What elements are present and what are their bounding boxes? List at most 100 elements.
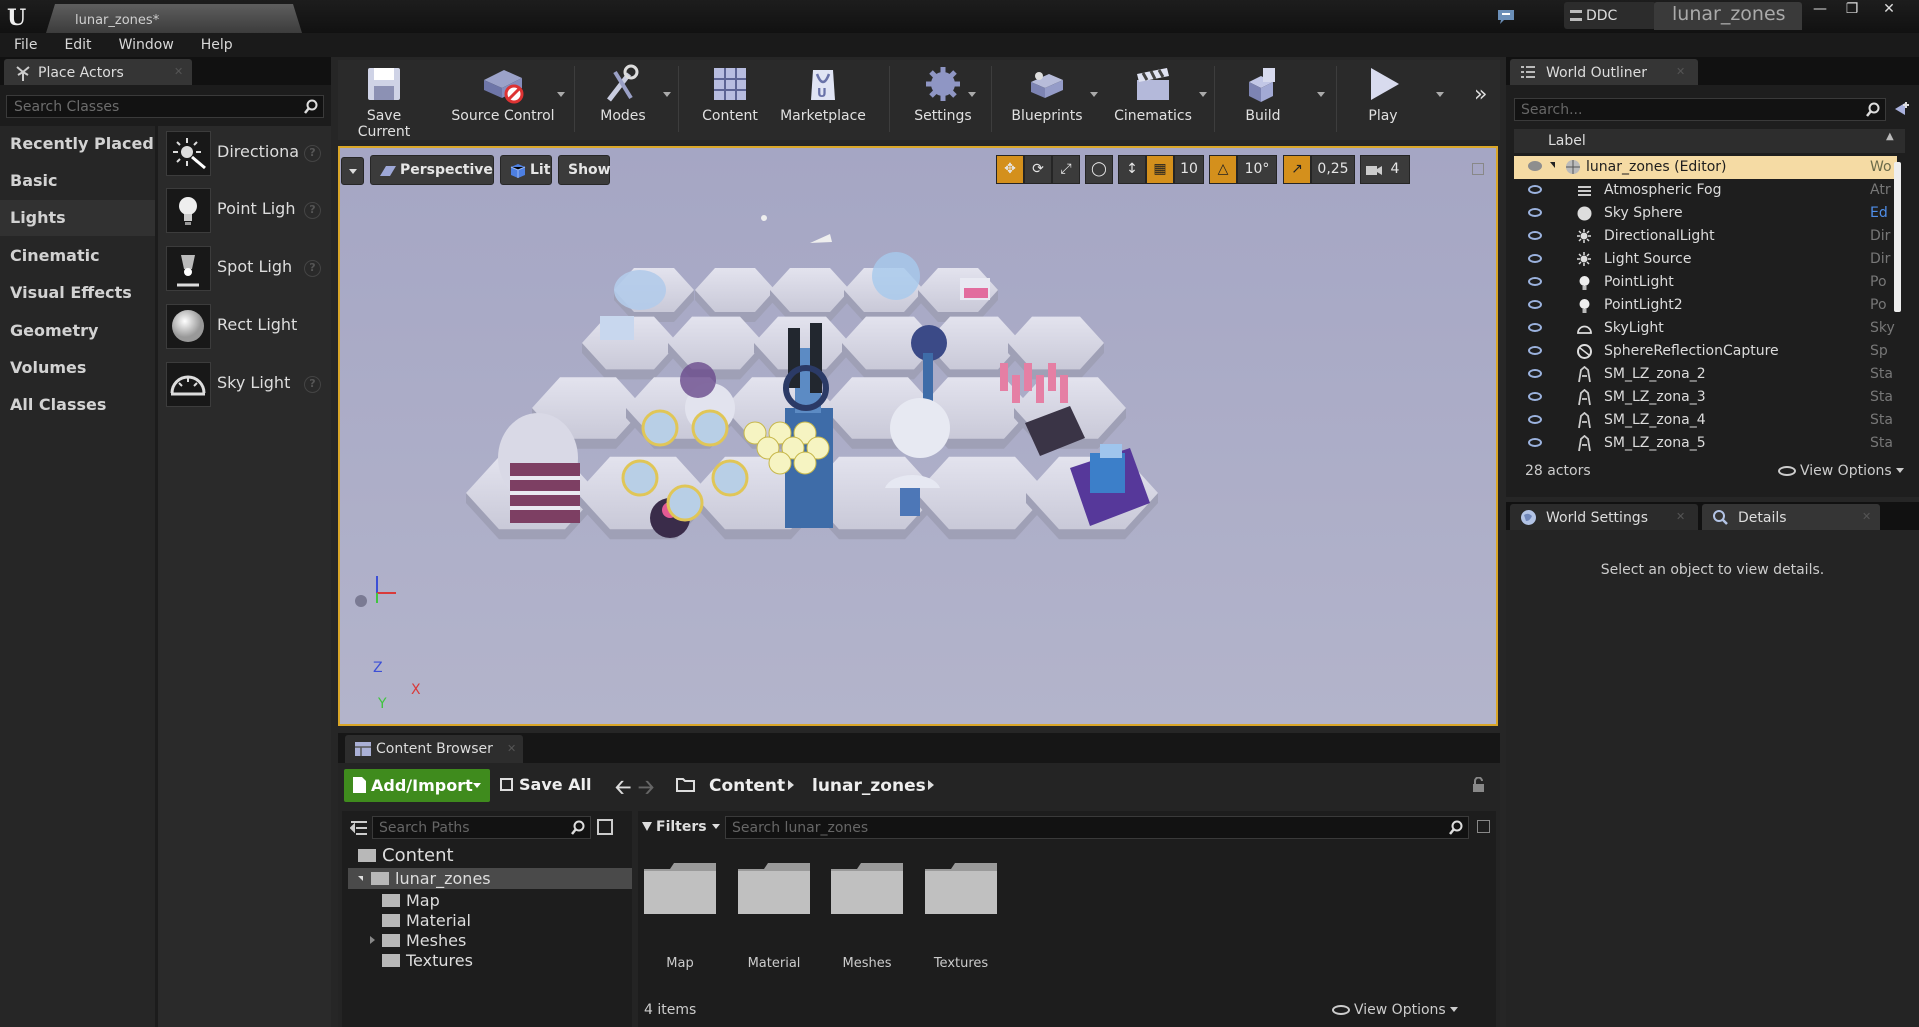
world-settings-tab[interactable]: World Settings ✕	[1510, 504, 1698, 530]
eye-icon[interactable]	[1528, 415, 1542, 424]
help-icon[interactable]: ?	[304, 260, 321, 277]
rotation-snap-value[interactable]: 10°	[1237, 155, 1277, 184]
tree-material[interactable]: Material	[382, 911, 471, 930]
scale-snap-icon[interactable]: ↗	[1283, 155, 1311, 184]
outliner-row[interactable]: SM_LZ_zona_2 Sta	[1514, 363, 1897, 386]
outliner-row[interactable]: SM_LZ_zona_3 Sta	[1514, 386, 1897, 409]
scale-tool-icon[interactable]: ⤢	[1052, 155, 1080, 184]
asset-tile-meshes[interactable]: Meshes	[829, 861, 912, 971]
sort-icon[interactable]: ▲	[1886, 131, 1894, 142]
breadcrumb-content[interactable]: Content	[709, 776, 785, 796]
filters-button[interactable]: Filters	[642, 819, 720, 835]
category-volumes[interactable]: Volumes	[0, 350, 155, 386]
outliner-row[interactable]: PointLight Po	[1514, 271, 1897, 294]
details-tab[interactable]: Details ✕	[1702, 504, 1880, 530]
help-icon[interactable]: ?	[304, 202, 321, 219]
outliner-column-header[interactable]: Label ▲	[1514, 129, 1905, 153]
world-local-icon[interactable]: ◯	[1085, 155, 1113, 184]
outliner-row[interactable]: Atmospheric Fog Atr	[1514, 179, 1897, 202]
build-button[interactable]: Build	[1228, 64, 1298, 138]
view-options-button[interactable]: View Options	[1332, 1002, 1458, 1018]
menu-edit[interactable]: Edit	[64, 33, 101, 57]
outliner-row[interactable]: PointLight2 Po	[1514, 294, 1897, 317]
play-button[interactable]: Play	[1348, 64, 1418, 138]
blueprints-button[interactable]: Blueprints	[1004, 64, 1090, 138]
feedback-icon[interactable]	[1496, 6, 1518, 26]
outliner-row[interactable]: Sky Sphere Ed	[1514, 202, 1897, 225]
expand-arrow-icon[interactable]	[1550, 162, 1555, 168]
camera-speed-button[interactable]: 4	[1360, 155, 1410, 184]
level-document-tab[interactable]: lunar_zones*	[46, 4, 302, 33]
tab-close-icon[interactable]: ✕	[1862, 510, 1871, 523]
actor-spot-light[interactable]: Spot Ligh ?	[158, 242, 331, 297]
eye-icon[interactable]	[1528, 438, 1542, 447]
outliner-row-level[interactable]: lunar_zones (Editor) Wo	[1514, 156, 1897, 179]
create-folder-icon[interactable]	[1893, 100, 1911, 118]
cinematics-dropdown-icon[interactable]	[1199, 92, 1207, 97]
tab-close-icon[interactable]: ✕	[1676, 510, 1685, 523]
tab-close-icon[interactable]: ✕	[174, 65, 183, 78]
eye-icon[interactable]	[1528, 254, 1542, 263]
category-lights[interactable]: Lights	[0, 200, 155, 236]
add-import-button[interactable]: Add/Import	[344, 769, 490, 802]
modes-button[interactable]: Modes	[588, 64, 658, 138]
rotate-tool-icon[interactable]: ⟳	[1024, 155, 1052, 184]
outliner-row[interactable]: Light Source Dir	[1514, 248, 1897, 271]
content-browser-tab[interactable]: Content Browser ✕	[345, 735, 523, 763]
help-icon[interactable]: ?	[304, 376, 321, 393]
menu-help[interactable]: Help	[201, 33, 243, 57]
viewport-options-button[interactable]	[341, 157, 364, 185]
rotation-snap-icon[interactable]: △	[1209, 155, 1237, 184]
asset-tile-map[interactable]: Map	[642, 861, 725, 971]
minimize-button[interactable]: —	[1806, 0, 1834, 19]
eye-icon[interactable]	[1528, 231, 1542, 240]
outliner-view-options-button[interactable]: View Options	[1778, 463, 1904, 479]
content-button[interactable]: Content	[700, 64, 760, 138]
outliner-scrollbar[interactable]	[1894, 162, 1901, 312]
level-viewport[interactable]: Perspective Lit Show ✥ ⟳ ⤢ ◯ ↕ ▦ 10 △ 10…	[338, 146, 1498, 726]
actor-point-light[interactable]: Point Ligh ?	[158, 184, 331, 239]
tree-content-root[interactable]: Content	[358, 845, 454, 866]
save-search-icon[interactable]	[1477, 820, 1490, 833]
blueprints-dropdown-icon[interactable]	[1090, 92, 1098, 97]
outliner-row[interactable]: DirectionalLight Dir	[1514, 225, 1897, 248]
outliner-row[interactable]: SM_LZ_zona_4 Sta	[1514, 409, 1897, 432]
tab-close-icon[interactable]: ✕	[507, 742, 516, 755]
outliner-search-input[interactable]: Search...	[1514, 98, 1886, 121]
source-control-dropdown-icon[interactable]	[557, 92, 565, 97]
perspective-button[interactable]: Perspective	[370, 155, 494, 185]
grid-snap-value[interactable]: 10	[1174, 155, 1204, 184]
search-paths-input[interactable]: Search Paths	[372, 816, 591, 839]
help-icon[interactable]: ?	[304, 145, 321, 162]
tab-close-icon[interactable]: ✕	[1676, 65, 1685, 78]
outliner-row[interactable]: SM_LZ_zona_5 Sta	[1514, 432, 1897, 455]
category-basic[interactable]: Basic	[0, 163, 155, 199]
menu-file[interactable]: File	[14, 33, 47, 57]
search-classes-input[interactable]: Search Classes	[6, 95, 324, 118]
path-view-options-icon[interactable]	[597, 819, 613, 835]
grid-snap-icon[interactable]: ▦	[1146, 155, 1174, 184]
settings-button[interactable]: Settings	[898, 64, 988, 138]
cinematics-button[interactable]: Cinematics	[1108, 64, 1198, 138]
actor-sky-light[interactable]: Sky Light ?	[158, 358, 331, 413]
search-assets-input[interactable]: Search lunar_zones	[725, 816, 1469, 839]
asset-tile-material[interactable]: Material	[736, 861, 819, 971]
eye-icon[interactable]	[1528, 277, 1542, 286]
marketplace-button[interactable]: U Marketplace	[778, 64, 868, 138]
eye-icon[interactable]	[1528, 392, 1542, 401]
outliner-row-type[interactable]: Ed	[1870, 205, 1897, 221]
build-dropdown-icon[interactable]	[1317, 92, 1325, 97]
toolbar-overflow-icon[interactable]: »	[1474, 82, 1487, 107]
surface-snap-icon[interactable]: ↕	[1118, 155, 1146, 184]
eye-icon[interactable]	[1528, 161, 1542, 171]
modes-dropdown-icon[interactable]	[663, 92, 671, 97]
breadcrumb-separator-icon[interactable]	[788, 780, 794, 790]
eye-icon[interactable]	[1528, 369, 1542, 378]
lit-button[interactable]: Lit	[500, 155, 552, 185]
expand-arrow-icon[interactable]	[358, 876, 363, 881]
scale-snap-value[interactable]: 0,25	[1311, 155, 1355, 184]
eye-icon[interactable]	[1528, 346, 1542, 355]
place-actors-tab[interactable]: Place Actors ✕	[4, 59, 192, 85]
close-window-button[interactable]: ✕	[1875, 0, 1903, 19]
outliner-row[interactable]: SphereReflectionCapture Sp	[1514, 340, 1897, 363]
